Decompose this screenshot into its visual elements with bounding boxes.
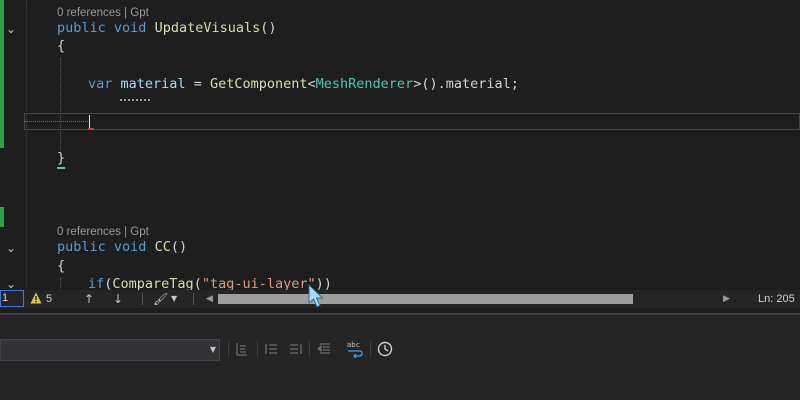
output-source-dropdown[interactable]: ▼	[0, 339, 220, 361]
output-panel-toolbar: ▼ ab c	[0, 315, 800, 400]
separator	[142, 293, 143, 305]
code-line-open-brace: {	[57, 258, 66, 274]
current-line-highlight	[24, 113, 800, 130]
chevron-down-icon[interactable]: ▼	[171, 290, 177, 308]
indent-guide	[60, 58, 61, 150]
fold-chevron-icon[interactable]: ⌄	[4, 22, 18, 36]
svg-text:ab: ab	[347, 341, 356, 349]
code-line-method-signature: public void CC()	[57, 239, 188, 255]
code-cleanup-brush-icon[interactable]: 🖌	[153, 291, 168, 307]
brace-match-underline	[57, 167, 65, 169]
fold-chevron-icon[interactable]: ⌄	[4, 277, 18, 290]
clock-icon[interactable]	[376, 340, 394, 358]
separator	[370, 341, 371, 357]
separator	[309, 341, 310, 357]
whitespace-dots	[24, 121, 88, 122]
indent-guide	[60, 278, 61, 290]
scroll-right-icon[interactable]: ▶	[723, 290, 730, 308]
separator	[228, 341, 229, 357]
code-line-open-brace: {	[57, 38, 66, 54]
zoom-level-box[interactable]: 1	[0, 290, 24, 307]
separator	[257, 341, 258, 357]
chevron-down-icon: ▼	[209, 345, 216, 354]
suggestion-squiggle	[120, 97, 150, 101]
warning-count[interactable]: 5	[46, 290, 52, 308]
change-indicator	[0, 207, 4, 227]
code-line-method-signature: public void UpdateVisuals()	[57, 20, 277, 36]
gutter-separator	[26, 0, 27, 290]
code-line-statement: var material = GetComponent<MeshRenderer…	[88, 76, 519, 92]
scrollbar-thumb[interactable]	[218, 294, 633, 304]
line-number-indicator[interactable]: Ln: 205	[758, 290, 795, 308]
find-message-icon[interactable]	[233, 340, 251, 358]
editor-status-bar: 1 5 ↑ ↓ 🖌 ▼ ◀ ▶ Ln: 205	[0, 290, 800, 308]
code-editor[interactable]: ⌄ ⌄ ⌄ 0 references | Gpt public void Upd…	[0, 0, 800, 290]
previous-issue-icon[interactable]: ↑	[84, 290, 94, 308]
caret-marker	[88, 128, 94, 130]
scroll-left-icon[interactable]: ◀	[206, 290, 213, 308]
clear-all-icon[interactable]	[316, 340, 334, 358]
next-issue-icon[interactable]: ↓	[113, 290, 123, 308]
fold-chevron-icon[interactable]: ⌄	[4, 241, 18, 255]
next-message-icon[interactable]	[286, 340, 304, 358]
separator	[193, 293, 194, 305]
mouse-pointer-icon	[308, 283, 324, 308]
svg-text:c: c	[356, 341, 360, 349]
warning-icon[interactable]	[30, 292, 42, 304]
horizontal-scrollbar[interactable]	[218, 294, 718, 304]
word-wrap-icon[interactable]: ab c	[346, 340, 364, 358]
code-line-close-brace: }	[57, 150, 66, 166]
code-line-if: if(CompareTag("tag-ui-layer"))	[88, 276, 332, 290]
text-caret	[89, 115, 90, 129]
previous-message-icon[interactable]	[263, 340, 281, 358]
